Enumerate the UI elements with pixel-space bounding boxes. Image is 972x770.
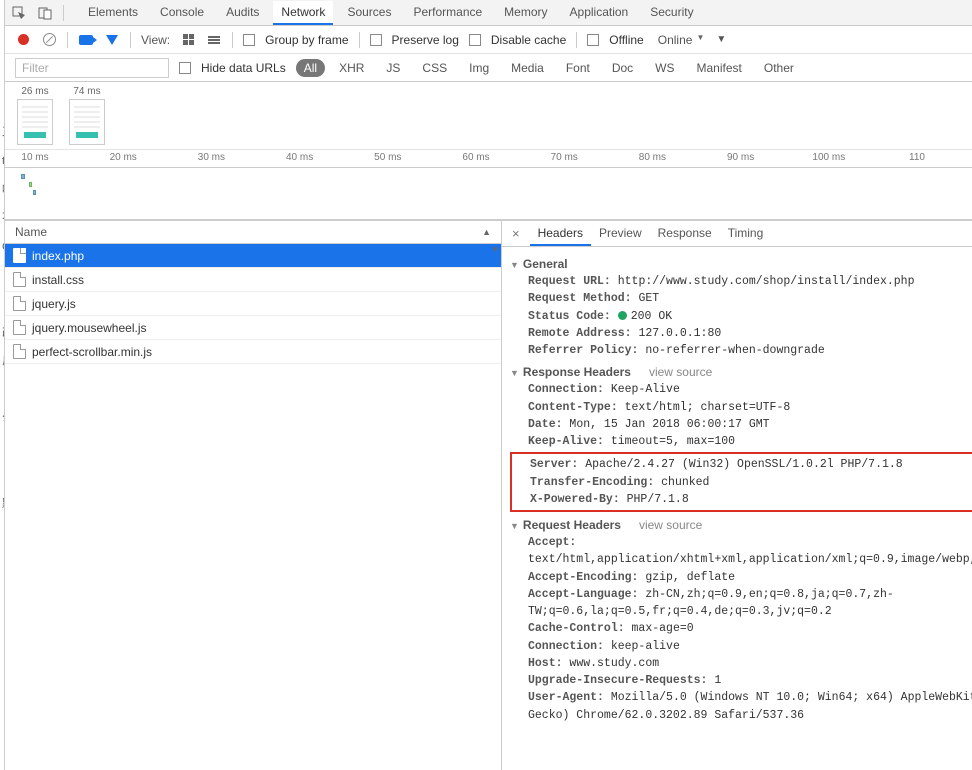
thumbnail-icon: [69, 99, 105, 145]
filter-type-css[interactable]: CSS: [414, 59, 455, 77]
ruler-tick: 70 ms: [551, 152, 578, 163]
request-row[interactable]: jquery.mousewheel.js: [5, 316, 501, 340]
tab-memory[interactable]: Memory: [496, 1, 555, 25]
request-row[interactable]: install.css: [5, 268, 501, 292]
filter-type-manifest[interactable]: Manifest: [689, 59, 750, 77]
file-name: perfect-scrollbar.min.js: [32, 345, 152, 359]
request-row[interactable]: perfect-scrollbar.min.js: [5, 340, 501, 364]
filter-type-doc[interactable]: Doc: [604, 59, 641, 77]
ruler-tick: 80 ms: [639, 152, 666, 163]
preserve-log-checkbox[interactable]: [370, 34, 382, 46]
highlighted-server-headers: Server: Apache/2.4.27 (Win32) OpenSSL/1.…: [510, 452, 972, 512]
section-request-headers[interactable]: ▼Request Headersview source: [510, 518, 972, 532]
small-rows-icon[interactable]: [206, 32, 222, 48]
file-name: jquery.mousewheel.js: [32, 321, 147, 335]
tab-security[interactable]: Security: [642, 1, 701, 25]
network-toolbar: View: Group by frame Preserve log Disabl…: [5, 26, 972, 54]
request-row[interactable]: index.php: [5, 244, 501, 268]
hide-data-urls-checkbox[interactable]: [179, 62, 191, 74]
panel-tabbar: ElementsConsoleAuditsNetworkSourcesPerfo…: [5, 0, 972, 26]
view-source-link[interactable]: view source: [649, 365, 712, 379]
filmstrip-frame[interactable]: 74 ms: [67, 86, 107, 145]
file-icon: [13, 296, 26, 311]
close-details-icon[interactable]: ×: [506, 226, 526, 241]
filter-type-ws[interactable]: WS: [647, 59, 682, 77]
ruler-tick: 20 ms: [110, 152, 137, 163]
preserve-log-label: Preserve log: [392, 33, 459, 47]
tab-elements[interactable]: Elements: [80, 1, 146, 25]
separator: [63, 5, 64, 21]
filter-type-js[interactable]: JS: [378, 59, 408, 77]
section-response-headers[interactable]: ▼Response Headersview source: [510, 365, 972, 379]
filmstrip: 26 ms 74 ms: [5, 82, 972, 150]
tab-audits[interactable]: Audits: [218, 1, 267, 25]
tab-console[interactable]: Console: [152, 1, 212, 25]
file-name: jquery.js: [32, 297, 76, 311]
filter-type-media[interactable]: Media: [503, 59, 552, 77]
file-icon: [13, 272, 26, 287]
ruler-tick: 30 ms: [198, 152, 225, 163]
filter-input[interactable]: [15, 58, 169, 78]
file-icon: [13, 344, 26, 359]
ruler-tick: 10 ms: [21, 152, 48, 163]
ruler-tick: 100 ms: [812, 152, 845, 163]
details-tabbar: × HeadersPreviewResponseTiming: [502, 221, 972, 247]
tab-performance[interactable]: Performance: [405, 1, 490, 25]
ruler-tick: 60 ms: [462, 152, 489, 163]
file-name: index.php: [32, 249, 84, 263]
view-label: View:: [141, 33, 170, 47]
group-by-frame-label: Group by frame: [265, 33, 348, 47]
tab-network[interactable]: Network: [273, 1, 333, 25]
filter-type-xhr[interactable]: XHR: [331, 59, 372, 77]
device-toggle-icon[interactable]: [37, 5, 53, 21]
record-icon[interactable]: [15, 32, 31, 48]
devtools-panel: ElementsConsoleAuditsNetworkSourcesPerfo…: [5, 0, 972, 770]
file-name: install.css: [32, 273, 84, 287]
ruler-tick: 90 ms: [727, 152, 754, 163]
file-icon: [13, 320, 26, 335]
name-column-header[interactable]: Name▲: [5, 221, 501, 244]
details-tab-preview[interactable]: Preview: [591, 222, 650, 246]
filter-type-other[interactable]: Other: [756, 59, 802, 77]
filter-type-all[interactable]: All: [296, 59, 325, 77]
file-icon: [13, 248, 26, 263]
timeline-ruler[interactable]: 10 ms 20 ms 30 ms 40 ms 50 ms 60 ms 70 ms 80 ms…: [5, 150, 972, 168]
requests-table: Name▲ index.php install.css jquery.js jquer…: [5, 221, 502, 770]
hide-data-urls-label: Hide data URLs: [201, 61, 286, 75]
disable-cache-label: Disable cache: [491, 33, 566, 47]
ruler-tick: 110: [909, 152, 925, 163]
details-tab-timing[interactable]: Timing: [720, 222, 772, 246]
overview-waterfall[interactable]: [5, 168, 972, 220]
section-general[interactable]: ▼General: [510, 257, 972, 271]
large-rows-icon[interactable]: [180, 32, 196, 48]
filter-icon[interactable]: [104, 32, 120, 48]
group-by-frame-checkbox[interactable]: [243, 34, 255, 46]
tab-application[interactable]: Application: [562, 1, 637, 25]
thumbnail-icon: [17, 99, 53, 145]
ruler-tick: 40 ms: [286, 152, 313, 163]
filter-type-img[interactable]: Img: [461, 59, 497, 77]
view-source-link[interactable]: view source: [639, 518, 702, 532]
offline-checkbox[interactable]: [587, 34, 599, 46]
details-tab-headers[interactable]: Headers: [530, 222, 591, 246]
offline-label: Offline: [609, 33, 643, 47]
request-row[interactable]: jquery.js: [5, 292, 501, 316]
details-pane: × HeadersPreviewResponseTiming ▼General …: [502, 221, 972, 770]
clear-icon[interactable]: [41, 32, 57, 48]
throttling-select[interactable]: Online: [654, 32, 707, 48]
status-ok-icon: [618, 311, 627, 320]
details-tab-response[interactable]: Response: [650, 222, 720, 246]
screenshot-icon[interactable]: [78, 32, 94, 48]
caret-down-icon: ▼: [716, 34, 726, 45]
filmstrip-frame[interactable]: 26 ms: [15, 86, 55, 145]
filter-type-font[interactable]: Font: [558, 59, 598, 77]
tab-sources[interactable]: Sources: [339, 1, 399, 25]
sort-asc-icon: ▲: [482, 227, 491, 237]
ruler-tick: 50 ms: [374, 152, 401, 163]
disable-cache-checkbox[interactable]: [469, 34, 481, 46]
inspect-icon[interactable]: [11, 5, 27, 21]
filter-bar: Hide data URLs All XHR JS CSS Img Media Font Do…: [5, 54, 972, 82]
